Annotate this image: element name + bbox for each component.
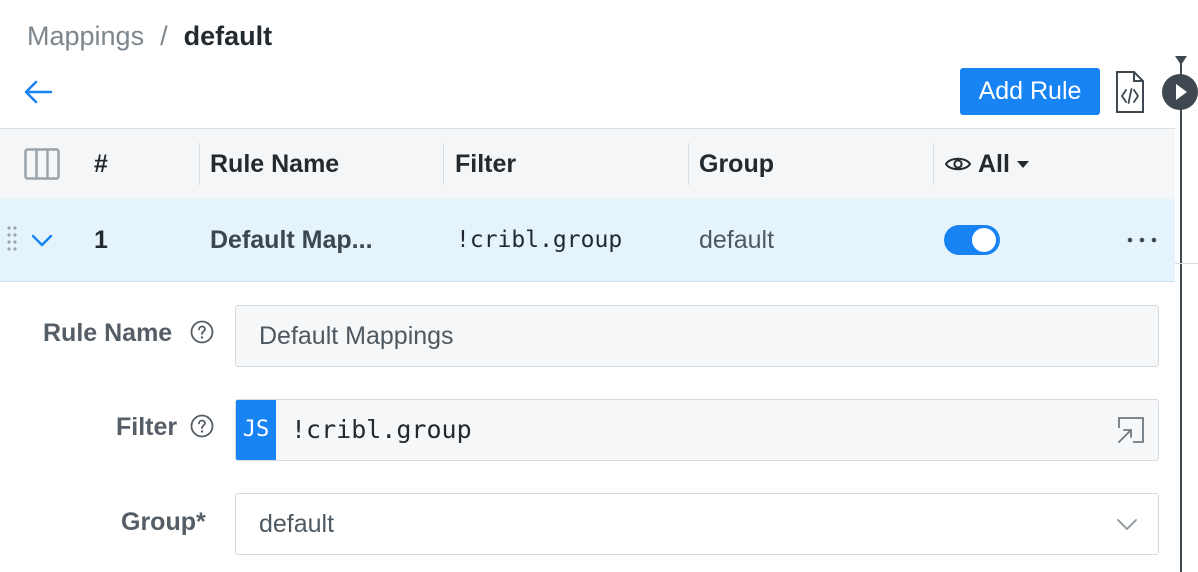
play-icon[interactable] xyxy=(1162,74,1198,110)
timeline-line xyxy=(1180,58,1182,572)
visibility-filter[interactable]: All xyxy=(978,129,1010,199)
drag-handle-icon[interactable] xyxy=(6,225,18,255)
column-divider[interactable] xyxy=(688,143,689,185)
add-rule-button[interactable]: Add Rule xyxy=(960,68,1100,115)
more-icon[interactable] xyxy=(1125,235,1159,245)
enabled-toggle[interactable] xyxy=(944,225,1000,255)
breadcrumb-parent[interactable]: Mappings xyxy=(27,21,144,51)
breadcrumb: Mappings / default xyxy=(27,18,272,54)
row-group: default xyxy=(699,226,775,254)
back-arrow-icon[interactable] xyxy=(22,76,54,108)
help-icon[interactable] xyxy=(190,320,214,344)
breadcrumb-separator: / xyxy=(160,21,168,51)
row-filter: !cribl.group xyxy=(456,227,623,253)
filter-label: Filter xyxy=(116,413,178,441)
code-file-icon[interactable] xyxy=(1114,70,1146,114)
chevron-down-icon xyxy=(1117,519,1137,530)
column-header-filter[interactable]: Filter xyxy=(455,129,516,199)
column-divider[interactable] xyxy=(443,143,444,185)
group-label: Group* xyxy=(121,508,206,536)
table-header: # Rule Name Filter Group All xyxy=(0,128,1175,200)
rule-name-value: Default Mappings xyxy=(259,322,454,350)
toggle-knob xyxy=(972,228,996,252)
table-row[interactable]: 1 Default Map... !cribl.group default xyxy=(0,199,1175,282)
group-select[interactable]: default xyxy=(235,493,1159,555)
filter-expression-input[interactable]: JS !cribl.group xyxy=(235,399,1159,461)
column-divider[interactable] xyxy=(199,143,200,185)
column-header-group[interactable]: Group xyxy=(699,129,774,199)
filter-value: !cribl.group xyxy=(291,415,472,444)
breadcrumb-current: default xyxy=(183,21,273,51)
group-value: default xyxy=(259,510,335,538)
column-header-number: # xyxy=(94,150,108,178)
caret-down-icon[interactable] xyxy=(1017,161,1029,168)
row-rule-name: Default Map... xyxy=(210,226,373,254)
timeline-marker xyxy=(1175,56,1187,65)
js-badge: JS xyxy=(236,400,276,460)
divider xyxy=(1175,263,1198,264)
help-icon[interactable] xyxy=(190,414,214,438)
column-header-rule-name[interactable]: Rule Name xyxy=(210,129,339,199)
rule-name-input[interactable]: Default Mappings xyxy=(235,305,1159,367)
rule-name-label: Rule Name xyxy=(43,319,173,347)
eye-icon xyxy=(944,157,972,171)
column-divider[interactable] xyxy=(933,143,934,185)
chevron-down-icon[interactable] xyxy=(30,231,54,249)
expand-icon[interactable] xyxy=(1116,415,1146,445)
row-number: 1 xyxy=(94,226,108,254)
columns-icon[interactable] xyxy=(24,148,60,180)
